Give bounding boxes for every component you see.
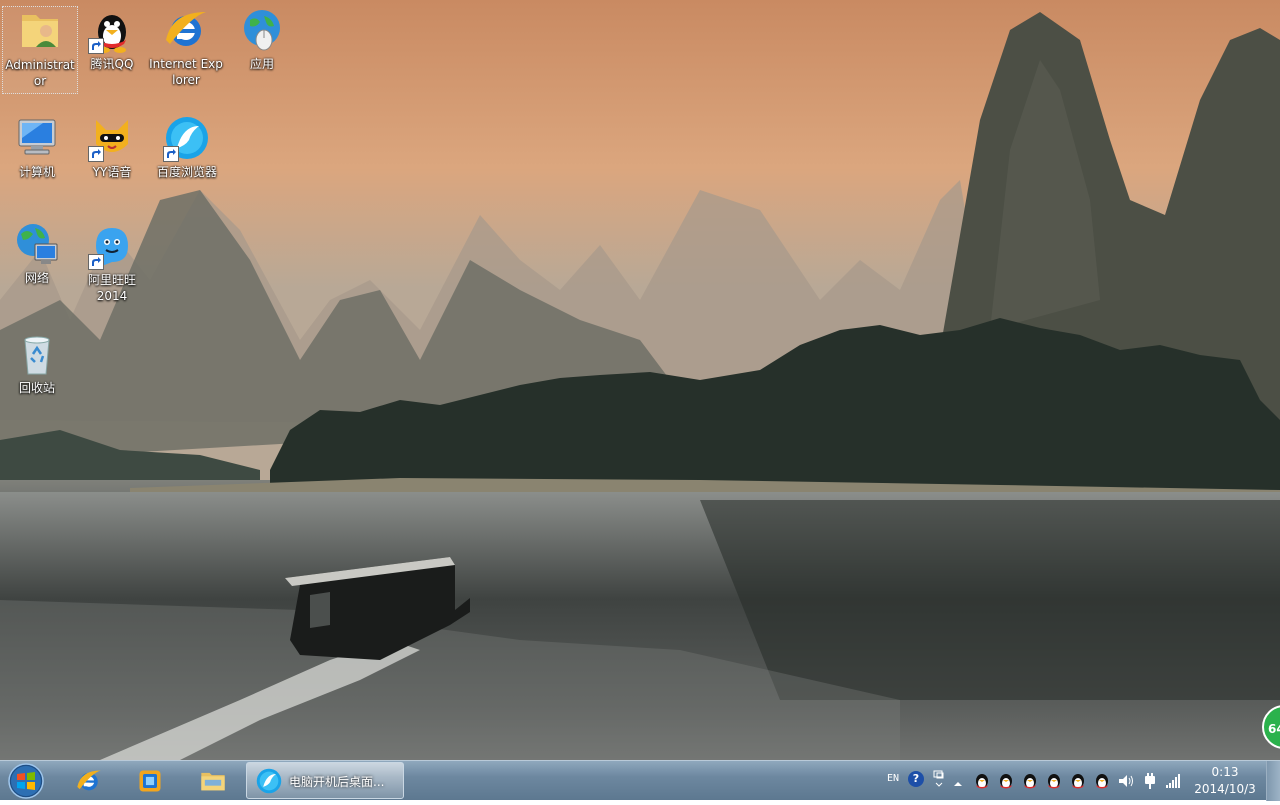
tray-qq-icon[interactable] (1093, 771, 1111, 791)
desktop-icon-administrator[interactable]: Administrator (2, 6, 78, 94)
tray-qq-icon[interactable] (973, 771, 991, 791)
shortcut-arrow-icon (88, 146, 104, 162)
desktop-icon-label: Administrator (5, 58, 75, 88)
desktop-icon-label: 腾讯QQ (90, 57, 134, 71)
language-indicator[interactable]: EN (887, 773, 899, 784)
taskbar-item-label: 电脑开机后桌面... (289, 775, 385, 789)
globe-mouse-icon (238, 6, 286, 54)
desktop[interactable]: Administrator 腾讯QQ Internet Explorer 应用 … (0, 0, 1280, 760)
network-globe-icon (13, 220, 61, 268)
file-explorer-icon (201, 772, 225, 791)
baidu-browser-icon (256, 768, 282, 794)
desktop-icon-yy[interactable]: YY语音 (75, 114, 149, 180)
gadget-text: 64 (1268, 722, 1280, 736)
show-desktop-button[interactable] (1266, 761, 1280, 801)
desktop-icon-label: 阿里旺旺 2014 (88, 273, 137, 303)
chevron-up-icon (954, 782, 962, 786)
user-folder-icon (16, 7, 64, 55)
pinned-file-explorer[interactable] (186, 762, 240, 800)
yy-voice-icon (88, 114, 136, 162)
taskbar-item-baidu-browser[interactable]: 电脑开机后桌面... (246, 762, 404, 799)
network-signal-icon[interactable] (1164, 772, 1182, 790)
internet-explorer-icon (77, 770, 101, 791)
desktop-icon-recycle-bin[interactable]: 回收站 (0, 330, 74, 396)
media-center-icon (139, 770, 161, 792)
desktop-icon-label: 百度浏览器 (156, 165, 217, 179)
tray-qq-icon[interactable] (997, 771, 1015, 791)
recycle-bin-icon (13, 330, 61, 378)
tray-qq-icon[interactable] (1021, 771, 1039, 791)
internet-explorer-icon (162, 6, 210, 54)
desktop-icon-aliwangwang[interactable]: 阿里旺旺 2014 (75, 222, 149, 304)
desktop-icon-label: 网络 (24, 271, 49, 285)
power-plug-icon[interactable] (1141, 772, 1159, 790)
desktop-icon-qq[interactable]: 腾讯QQ (75, 6, 149, 72)
start-orb-icon (8, 763, 44, 799)
shortcut-arrow-icon (88, 38, 104, 54)
desktop-icon-label: 回收站 (18, 381, 55, 395)
desktop-icon-label: 应用 (249, 57, 274, 71)
pinned-internet-explorer[interactable] (62, 762, 116, 800)
clock-time: 0:13 (1211, 765, 1239, 779)
tray-qq-icon[interactable] (1069, 771, 1087, 791)
system-clock[interactable]: 0:13 2014/10/3 (1192, 764, 1258, 798)
clock-date: 2014/10/3 (1194, 782, 1256, 796)
shortcut-arrow-icon (88, 254, 104, 270)
shortcut-arrow-icon (163, 146, 179, 162)
baidu-browser-icon (163, 114, 211, 162)
volume-icon[interactable] (1117, 772, 1135, 790)
computer-icon (13, 114, 61, 162)
show-hidden-icons-button[interactable] (953, 774, 963, 786)
start-button[interactable] (3, 761, 49, 801)
desktop-icon-label: Internet Explorer (149, 57, 223, 87)
desktop-icon-network[interactable]: 网络 (0, 220, 74, 286)
ime-icon[interactable] (932, 769, 946, 789)
tray-qq-icon[interactable] (1045, 771, 1063, 791)
desktop-icon-baidu-browser[interactable]: 百度浏览器 (150, 114, 224, 180)
qq-penguin-icon (88, 6, 136, 54)
desktop-icon-computer[interactable]: 计算机 (0, 114, 74, 180)
aliwangwang-icon (88, 222, 136, 270)
taskbar: 电脑开机后桌面... EN ? 0:13 2014/10/3 (0, 760, 1280, 801)
desktop-icon-apps[interactable]: 应用 (225, 6, 299, 72)
desktop-icon-label: 计算机 (18, 165, 55, 179)
help-icon[interactable]: ? (908, 771, 924, 787)
desktop-icon-internet-explorer[interactable]: Internet Explorer (149, 6, 223, 88)
desktop-icon-label: YY语音 (92, 165, 132, 179)
pinned-media-center[interactable] (123, 762, 177, 800)
